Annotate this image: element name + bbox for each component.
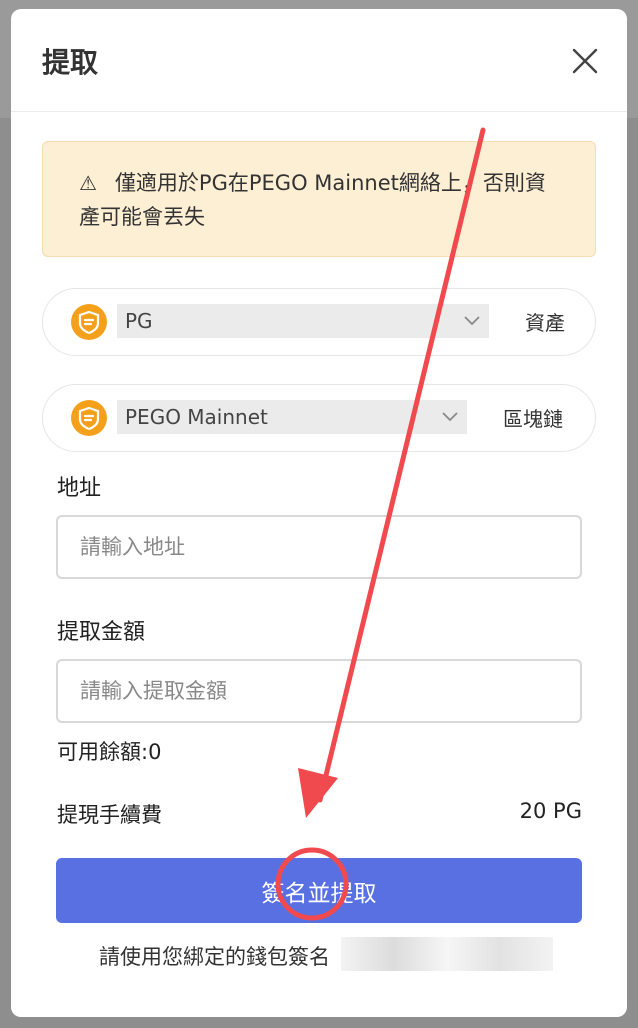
- fee-label: 提現手續費: [57, 803, 162, 827]
- chain-select-card[interactable]: PEGO Mainnet 區塊鏈: [42, 384, 596, 452]
- chain-side-label: 區塊鏈: [503, 407, 563, 431]
- warning-banner: ⚠ 僅適用於PG在PEGO Mainnet網絡上，否則資產可能會丟失: [42, 141, 596, 257]
- warning-text: 僅適用於PG在PEGO Mainnet網絡上，否則資產可能會丟失: [79, 171, 546, 229]
- close-button[interactable]: [567, 43, 603, 79]
- address-label: 地址: [57, 476, 102, 501]
- redacted-area: [341, 937, 553, 971]
- asset-select[interactable]: PG: [117, 304, 489, 338]
- available-balance: 可用餘額:0: [57, 740, 162, 764]
- chevron-down-icon: [442, 412, 458, 422]
- fee-value: 20 PG: [519, 799, 582, 823]
- sign-and-withdraw-button[interactable]: 簽名並提取: [56, 858, 582, 923]
- asset-select-value: PG: [125, 309, 153, 333]
- warning-triangle-icon: ⚠: [79, 171, 97, 195]
- pego-coin-icon: [71, 304, 107, 340]
- asset-select-card[interactable]: PG 資產: [42, 288, 596, 356]
- modal-title: 提取: [42, 46, 99, 79]
- chain-select[interactable]: PEGO Mainnet: [117, 400, 467, 434]
- pego-coin-icon: [71, 400, 107, 436]
- amount-label: 提取金額: [57, 620, 146, 645]
- sign-hint: 請使用您綁定的錢包簽名: [99, 945, 330, 969]
- modal-header: 提取: [11, 9, 627, 112]
- chain-select-value: PEGO Mainnet: [125, 405, 268, 429]
- address-input[interactable]: [56, 515, 582, 579]
- chevron-down-icon: [464, 316, 480, 326]
- amount-input[interactable]: [56, 659, 582, 723]
- withdraw-modal: 提取 ⚠ 僅適用於PG在PEGO Mainnet網絡上，否則資產可能會丟失 PG …: [11, 9, 627, 1017]
- asset-side-label: 資產: [525, 311, 565, 335]
- close-icon: [572, 48, 598, 74]
